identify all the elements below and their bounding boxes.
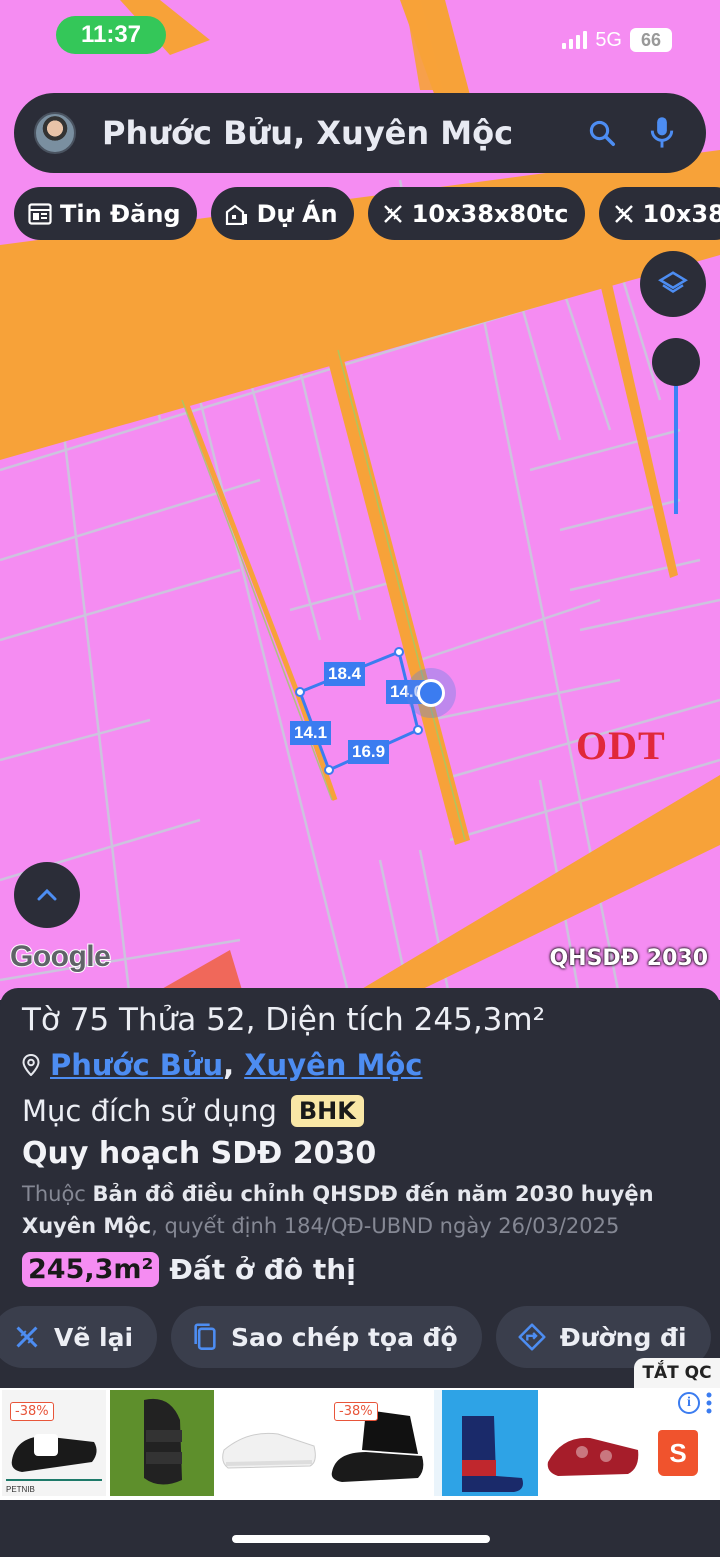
plan-decision: , quyết định 184/QĐ-UBND ngày 26/03/2025 (151, 1214, 620, 1238)
action-label: Sao chép tọa độ (231, 1322, 458, 1352)
action-label: Vẽ lại (54, 1322, 134, 1352)
sneaker-image (222, 1432, 316, 1469)
chip-label: 10x38 (642, 199, 720, 228)
redraw-button[interactable]: Vẽ lại (0, 1306, 158, 1368)
more-vertical-icon[interactable] (706, 1392, 712, 1414)
microphone-icon[interactable] (642, 113, 682, 153)
map-source-label: QHSDĐ 2030 (549, 946, 708, 971)
status-indicators: 5G 66 (562, 28, 672, 52)
address-separator: , (223, 1048, 235, 1082)
ad-info[interactable]: i (678, 1392, 712, 1414)
district-link[interactable]: Xuyên Mộc (244, 1048, 422, 1082)
layers-icon (658, 271, 688, 293)
opacity-slider-track[interactable] (674, 366, 678, 514)
parcel-info-sheet: Tờ 75 Thửa 52, Diện tích 245,3m² Phước B… (0, 988, 720, 1388)
zone-label: ODT (576, 723, 666, 768)
purpose-label: Mục đích sử dụng (22, 1094, 277, 1128)
land-purpose-row: Mục đích sử dụng BHK (22, 1094, 364, 1128)
edge-length-left: 14.1 (290, 721, 332, 745)
avatar[interactable] (34, 112, 76, 154)
parcel-title: Tờ 75 Thửa 52, Diện tích 245,3m² (22, 1002, 546, 1038)
purpose-code-badge: BHK (290, 1095, 364, 1127)
action-label: Đường đi (559, 1322, 687, 1352)
ad-product[interactable] (434, 1390, 538, 1496)
boot-image (442, 1390, 538, 1496)
chip-label: Dự Án (256, 199, 338, 228)
shopee-logo-icon: S (658, 1430, 698, 1476)
address-row: Phước Bửu, Xuyên Mộc (22, 1048, 422, 1082)
discount-badge: -38% (10, 1402, 54, 1421)
ad-product[interactable] (110, 1390, 214, 1496)
sandal-image (144, 1398, 182, 1485)
expand-sheet-button[interactable] (14, 862, 80, 928)
draw-icon (16, 1326, 38, 1348)
directions-icon (518, 1323, 546, 1351)
search-icon[interactable] (582, 113, 622, 153)
area-badge: 245,3m² (22, 1252, 160, 1287)
land-type-label: Đất ở đô thị (169, 1253, 356, 1286)
copy-coordinates-button[interactable]: Sao chép tọa độ (171, 1306, 482, 1368)
status-time: 11:37 (56, 16, 166, 54)
chip-10x38[interactable]: 10x38 (598, 187, 720, 240)
current-location-marker (406, 668, 456, 718)
home-indicator-area (0, 1500, 720, 1557)
ruler-pencil-icon (383, 204, 402, 223)
ad-product[interactable]: -38% PETNIB (2, 1390, 106, 1496)
battery-icon: 66 (630, 28, 672, 52)
search-query[interactable]: Phước Bửu, Xuyên Mộc (102, 114, 582, 152)
signal-icon (562, 31, 588, 49)
plan-title: Quy hoạch SDĐ 2030 (22, 1136, 377, 1171)
ad-banner[interactable]: -38% PETNIB -38% (0, 1388, 720, 1500)
layers-button[interactable] (640, 251, 706, 317)
ad-product[interactable]: -38% (326, 1390, 430, 1496)
ad-product[interactable] (542, 1390, 646, 1496)
edge-length-top: 18.4 (324, 662, 366, 686)
ad-product[interactable] (218, 1390, 322, 1496)
chip-du-an[interactable]: Dự Án (210, 187, 354, 240)
chip-label: 10x38x80tc (411, 199, 569, 228)
chip-10x38x80tc[interactable]: 10x38x80tc (367, 187, 585, 240)
discount-badge: -38% (334, 1402, 378, 1421)
filter-chips: Tin Đăng Dự Án 10x38x80tc 10x38 (14, 187, 720, 240)
plan-description: Thuộc Bản đồ điều chỉnh QHSDĐ đến năm 20… (22, 1178, 702, 1242)
search-bar[interactable]: Phước Bửu, Xuyên Mộc (14, 93, 706, 173)
kids-sandal-image (547, 1437, 639, 1476)
chip-label: Tin Đăng (60, 199, 181, 228)
ruler-pencil-icon (614, 204, 633, 223)
brand-label: PETNIB (6, 1485, 35, 1494)
zoning-area-row: 245,3m² Đất ở đô thị (22, 1252, 356, 1287)
network-label: 5G (595, 28, 622, 51)
google-logo: Google (9, 939, 112, 974)
ward-link[interactable]: Phước Bửu (50, 1048, 223, 1082)
opacity-slider-handle[interactable] (652, 338, 700, 386)
home-indicator[interactable] (232, 1535, 490, 1543)
copy-icon (194, 1323, 216, 1350)
action-buttons: Vẽ lại Sao chép tọa độ Đường đi (0, 1306, 711, 1368)
chip-tin-dang[interactable]: Tin Đăng (14, 187, 197, 240)
news-icon (28, 202, 52, 225)
plan-prefix: Thuộc (22, 1182, 86, 1206)
chevron-up-icon (37, 888, 57, 901)
info-icon[interactable]: i (678, 1392, 700, 1414)
hide-ad-button[interactable]: TẮT QC (634, 1358, 720, 1388)
edge-length-bottom: 16.9 (348, 740, 390, 764)
location-pin-icon (22, 1054, 40, 1076)
building-icon (225, 204, 247, 225)
